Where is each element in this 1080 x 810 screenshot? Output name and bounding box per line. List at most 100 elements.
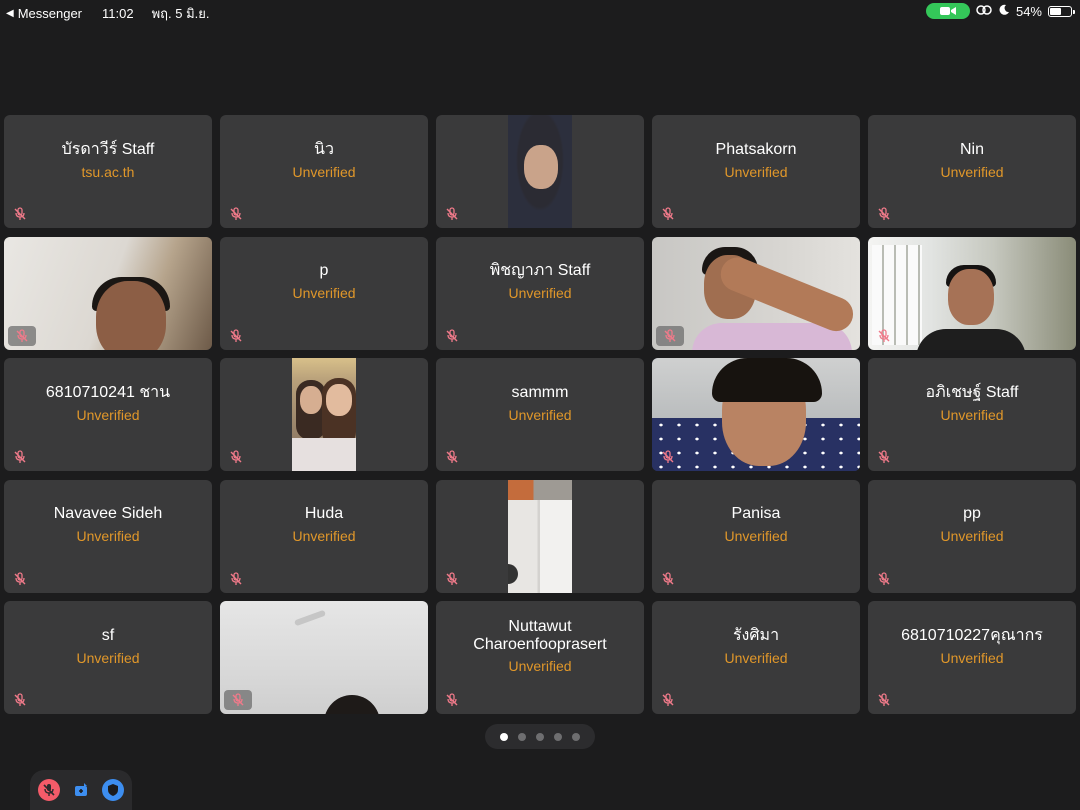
- battery-fill: [1050, 7, 1061, 15]
- participant-info: Phatsakorn Unverified: [652, 115, 860, 228]
- participant-tile[interactable]: pp Unverified: [868, 479, 1076, 593]
- participant-tile[interactable]: รังศิมา Unverified: [652, 601, 860, 714]
- participant-info: sf Unverified: [4, 601, 212, 714]
- shield-icon[interactable]: [102, 779, 124, 801]
- participant-info: Panisa Unverified: [652, 480, 860, 593]
- participant-tile[interactable]: Huda Unverified: [220, 479, 428, 593]
- participant-name: p: [319, 262, 329, 279]
- mic-muted-icon: [228, 571, 244, 587]
- participant-tile[interactable]: [220, 601, 428, 714]
- page-dot[interactable]: [536, 732, 544, 741]
- participant-tile[interactable]: [4, 236, 212, 350]
- participant-status: Unverified: [292, 163, 356, 180]
- participant-tile[interactable]: [652, 358, 860, 471]
- status-date: พฤ. 5 มิ.ย.: [151, 6, 210, 21]
- participant-status: Unverified: [508, 657, 572, 674]
- page-dot[interactable]: [572, 732, 580, 741]
- participant-name: Huda: [304, 505, 344, 522]
- participant-info: p Unverified: [220, 237, 428, 350]
- participant-info: Nin Unverified: [868, 115, 1076, 228]
- participant-tile[interactable]: [220, 358, 428, 471]
- participant-status: Unverified: [292, 528, 356, 544]
- mic-muted-icon: [876, 692, 892, 708]
- participant-tile[interactable]: p Unverified: [220, 236, 428, 350]
- participant-status: Unverified: [940, 406, 1004, 423]
- participant-name: 6810710227คุณากร: [901, 626, 1043, 644]
- back-app-label[interactable]: Messenger: [18, 6, 82, 21]
- participant-video: [868, 236, 1076, 350]
- participant-status: Unverified: [940, 163, 1004, 180]
- participant-status: Unverified: [940, 649, 1004, 666]
- participant-name: pp: [963, 505, 981, 522]
- participant-name: อภิเชษฐ์ Staff: [925, 383, 1019, 401]
- battery-icon: [1048, 5, 1075, 17]
- participant-tile[interactable]: [436, 115, 644, 228]
- mic-muted-icon: [876, 206, 892, 222]
- mic-muted-icon: [660, 571, 676, 587]
- participant-grid: บัรดาวีร์ Staff tsu.ac.th นิว Unverified Pha…: [4, 115, 1076, 715]
- participant-info: sammm Unverified: [436, 358, 644, 471]
- status-time: 11:02: [102, 6, 134, 21]
- participant-tile[interactable]: นิว Unverified: [220, 115, 428, 228]
- participant-tile[interactable]: [868, 236, 1076, 350]
- mic-muted-icon: [224, 690, 252, 710]
- participant-tile[interactable]: [652, 236, 860, 350]
- mic-muted-icon: [228, 206, 244, 222]
- mic-muted-icon: [12, 692, 28, 708]
- participant-status: Unverified: [724, 649, 788, 666]
- participant-status: Unverified: [76, 649, 140, 666]
- participant-video: [436, 115, 644, 228]
- participant-video: [436, 479, 644, 593]
- participant-info: Nuttawut Charoenfooprasert Unverified: [436, 601, 644, 714]
- page-dot[interactable]: [554, 732, 562, 741]
- camera-in-use-icon[interactable]: [925, 3, 970, 19]
- participant-name: 6810710241 ชาน: [45, 383, 171, 401]
- mic-muted-icon: [660, 449, 676, 465]
- participant-name: บัรดาวีร์ Staff: [61, 140, 155, 158]
- mic-muted-icon: [876, 328, 892, 344]
- participant-status: Unverified: [724, 528, 788, 544]
- mic-muted-icon: [444, 571, 460, 587]
- participant-tile[interactable]: อภิเชษฐ์ Staff Unverified: [868, 358, 1076, 471]
- mic-muted-icon: [228, 328, 244, 344]
- mic-muted-icon[interactable]: [38, 779, 60, 801]
- participant-tile[interactable]: Navavee Sideh Unverified: [4, 479, 212, 593]
- participant-tile[interactable]: 6810710241 ชาน Unverified: [4, 358, 212, 471]
- participant-name: พิชญาภา Staff: [489, 262, 591, 279]
- participant-name: Nin: [959, 140, 984, 158]
- participant-status: Unverified: [508, 406, 572, 423]
- moon-icon: [998, 4, 1010, 19]
- participant-info: pp Unverified: [868, 480, 1076, 593]
- mic-muted-icon: [12, 449, 28, 465]
- participant-tile[interactable]: พิชญาภา Staff Unverified: [436, 236, 644, 350]
- participant-tile[interactable]: Nuttawut Charoenfooprasert Unverified: [436, 601, 644, 714]
- participant-tile[interactable]: 6810710227คุณากร Unverified: [868, 601, 1076, 714]
- mic-muted-icon: [228, 449, 244, 465]
- mic-muted-icon: [444, 328, 460, 344]
- back-arrow-icon[interactable]: ◀: [6, 8, 14, 19]
- participant-info: 6810710227คุณากร Unverified: [868, 601, 1076, 714]
- participant-status: Unverified: [940, 528, 1004, 544]
- mic-muted-icon: [12, 206, 28, 222]
- mic-muted-icon: [8, 325, 36, 346]
- participant-info: รังศิมา Unverified: [652, 601, 860, 714]
- page-dot[interactable]: [518, 732, 526, 741]
- participant-tile[interactable]: Nin Unverified: [868, 115, 1076, 228]
- participant-status: Unverified: [724, 163, 788, 180]
- participant-video: [220, 358, 428, 471]
- mic-muted-icon: [444, 449, 460, 465]
- participant-tile[interactable]: บัรดาวีร์ Staff tsu.ac.th: [4, 115, 212, 228]
- participant-info: Huda Unverified: [220, 480, 428, 593]
- page-indicator[interactable]: [485, 724, 595, 749]
- participant-name: sammm: [511, 383, 569, 401]
- participant-tile[interactable]: Panisa Unverified: [652, 479, 860, 593]
- participant-tile[interactable]: [436, 479, 644, 593]
- share-screen-icon[interactable]: [70, 779, 92, 801]
- participant-name: Panisa: [731, 505, 781, 522]
- participant-tile[interactable]: sammm Unverified: [436, 358, 644, 471]
- participant-name: รังศิมา: [732, 626, 780, 644]
- participant-tile[interactable]: Phatsakorn Unverified: [652, 115, 860, 228]
- participant-tile[interactable]: sf Unverified: [4, 601, 212, 714]
- page-dot[interactable]: [500, 732, 508, 741]
- mic-muted-icon: [660, 692, 676, 708]
